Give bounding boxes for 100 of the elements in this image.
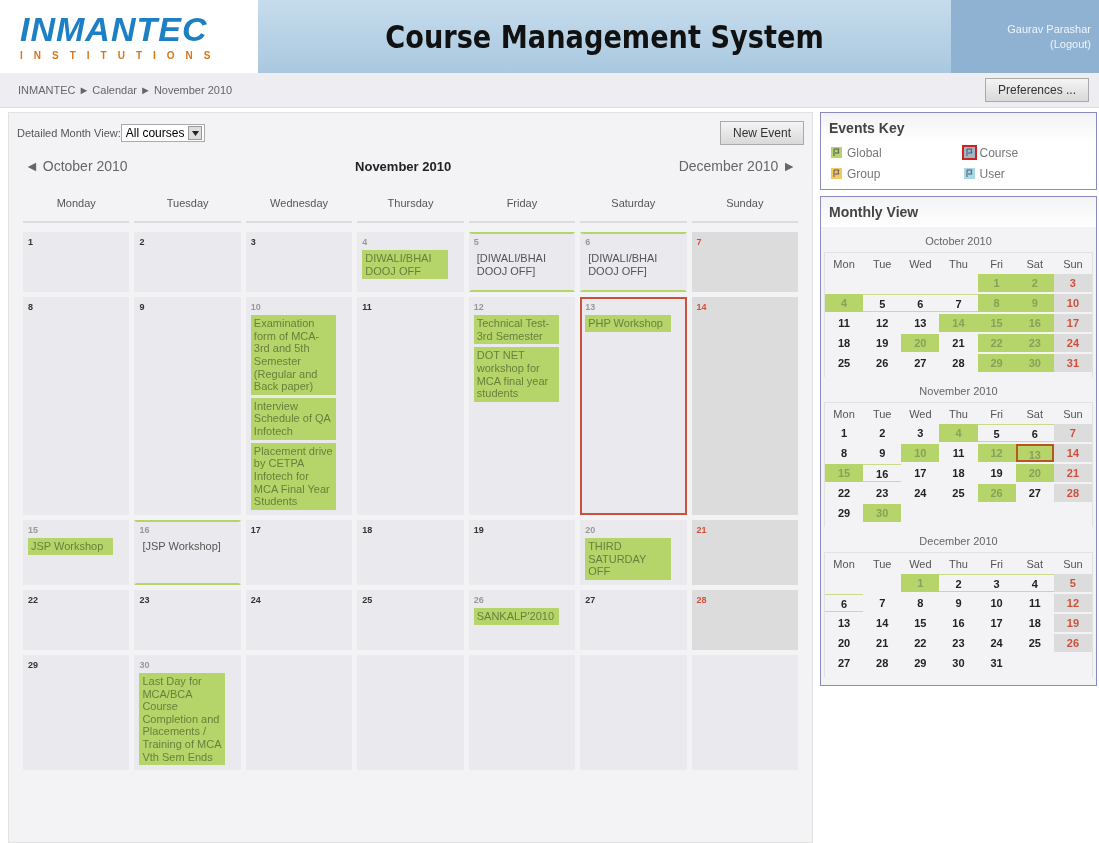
day-cell[interactable]: 8 <box>23 297 130 515</box>
new-event-button[interactable]: New Event <box>719 121 804 145</box>
mini-day[interactable]: 16 <box>863 464 902 482</box>
mini-day[interactable]: 18 <box>825 334 864 352</box>
event-type-label[interactable]: Group <box>847 166 881 181</box>
day-cell[interactable]: 23 <box>134 589 241 650</box>
day-number[interactable]: 25 <box>362 594 448 605</box>
mini-day[interactable]: 12 <box>863 314 902 332</box>
day-number[interactable]: 2 <box>139 237 225 247</box>
mini-day[interactable]: 3 <box>977 574 1016 592</box>
mini-day[interactable]: 25 <box>825 354 864 372</box>
preferences-button[interactable]: Preferences ... <box>984 78 1089 102</box>
mini-day[interactable]: 14 <box>863 614 902 632</box>
mini-day[interactable]: 15 <box>901 614 940 632</box>
day-number[interactable]: 24 <box>250 594 337 605</box>
mini-day[interactable]: 17 <box>901 464 940 482</box>
mini-day[interactable]: 21 <box>939 334 978 352</box>
mini-day[interactable]: 17 <box>977 614 1016 632</box>
day-cell[interactable]: 2 <box>134 232 241 292</box>
mini-day[interactable]: 28 <box>939 354 978 372</box>
mini-day[interactable]: 20 <box>825 634 864 652</box>
mini-day[interactable]: 23 <box>939 634 978 652</box>
event-type-label[interactable]: Global <box>847 145 882 160</box>
mini-day[interactable]: 5 <box>863 294 902 312</box>
day-number[interactable]: 23 <box>139 594 225 605</box>
mini-day[interactable]: 25 <box>1015 634 1054 652</box>
mini-day[interactable]: 22 <box>825 484 864 502</box>
mini-day[interactable]: 29 <box>901 654 940 672</box>
mini-day[interactable]: 2 <box>863 424 902 442</box>
day-number[interactable]: 17 <box>250 524 337 535</box>
day-cell[interactable]: 29 <box>23 654 130 771</box>
day-number[interactable]: 1 <box>28 237 114 247</box>
mini-day[interactable]: 22 <box>901 634 940 652</box>
month-title[interactable]: November 2010 <box>821 377 1096 402</box>
breadcrumb-link[interactable]: Calendar <box>92 84 137 96</box>
mini-day[interactable]: 6 <box>825 594 864 612</box>
mini-day[interactable]: 27 <box>1015 484 1054 502</box>
day-cell[interactable]: 22 <box>23 589 130 650</box>
event-entry[interactable]: [JSP Workshop] <box>139 537 225 555</box>
day-cell[interactable]: 5 [DIWALI/BHAI DOOJ OFF] <box>468 232 576 292</box>
mini-day[interactable]: 7 <box>939 294 978 312</box>
day-cell[interactable]: 19 <box>468 519 576 585</box>
mini-day[interactable]: 24 <box>901 484 940 502</box>
mini-day[interactable]: 23 <box>863 484 902 502</box>
day-cell[interactable]: 6 [DIWALI/BHAI DOOJ OFF] <box>580 232 687 292</box>
day-cell[interactable]: 16 [JSP Workshop] <box>134 519 241 585</box>
day-number[interactable]: 11 <box>362 302 448 312</box>
mini-day[interactable]: 16 <box>939 614 978 632</box>
mini-day[interactable]: 19 <box>977 464 1016 482</box>
day-cell[interactable]: 17 <box>245 519 353 585</box>
course-select[interactable]: All courses <box>120 124 206 142</box>
day-cell[interactable]: 3 <box>245 232 353 292</box>
day-cell[interactable]: 1 <box>23 232 130 292</box>
event-type-label[interactable]: User <box>979 166 1005 181</box>
mini-day[interactable]: 1 <box>825 424 864 442</box>
day-cell[interactable]: 9 <box>134 297 241 515</box>
mini-day[interactable]: 3 <box>901 424 940 442</box>
mini-day[interactable]: 31 <box>977 654 1016 672</box>
day-number[interactable]: 27 <box>585 594 671 605</box>
mini-day[interactable]: 11 <box>825 314 864 332</box>
day-cell[interactable]: 24 <box>245 589 353 650</box>
mini-day[interactable]: 2 <box>939 574 978 592</box>
mini-day[interactable]: 27 <box>825 654 864 672</box>
month-title[interactable]: December 2010 <box>821 527 1096 552</box>
day-number[interactable]: 22 <box>28 594 114 605</box>
mini-day[interactable]: 18 <box>1015 614 1054 632</box>
previous-month-link[interactable]: ◄ October 2010 <box>25 158 128 174</box>
mini-day[interactable]: 26 <box>863 354 902 372</box>
day-cell[interactable]: 25 <box>357 589 464 650</box>
mini-day[interactable]: 7 <box>863 594 902 612</box>
mini-day[interactable]: 9 <box>939 594 978 612</box>
day-number[interactable]: 9 <box>139 302 225 312</box>
mini-day[interactable]: 8 <box>901 594 940 612</box>
mini-day[interactable]: 30 <box>939 654 978 672</box>
breadcrumb-link[interactable]: INMANTEC <box>18 84 76 96</box>
mini-day[interactable]: 11 <box>1015 594 1054 612</box>
day-cell[interactable]: 27 <box>580 589 687 650</box>
day-number[interactable]: 18 <box>362 524 448 535</box>
day-number[interactable]: 19 <box>473 524 560 535</box>
day-number[interactable]: 8 <box>28 302 114 312</box>
event-type-label[interactable]: Course <box>979 145 1019 160</box>
mini-day[interactable]: 10 <box>977 594 1016 612</box>
mini-day[interactable]: 25 <box>939 484 978 502</box>
day-cell[interactable]: 11 <box>357 297 464 515</box>
mini-day[interactable]: 5 <box>977 424 1016 442</box>
event-entry[interactable]: [DIWALI/BHAI DOOJ OFF] <box>473 250 560 280</box>
mini-day[interactable]: 28 <box>863 654 902 672</box>
next-month-link[interactable]: December 2010 ► <box>678 158 796 174</box>
mini-day[interactable]: 6 <box>1015 424 1054 442</box>
mini-day[interactable]: 6 <box>901 294 940 312</box>
mini-day[interactable]: 9 <box>863 444 902 462</box>
mini-day[interactable]: 13 <box>901 314 940 332</box>
month-title[interactable]: October 2010 <box>821 227 1096 252</box>
mini-day[interactable]: 8 <box>825 444 864 462</box>
mini-day[interactable]: 11 <box>939 444 978 462</box>
mini-day[interactable]: 21 <box>863 634 902 652</box>
mini-day[interactable]: 13 <box>825 614 864 632</box>
mini-day[interactable]: 18 <box>939 464 978 482</box>
day-number[interactable]: 3 <box>250 237 337 247</box>
mini-day[interactable]: 29 <box>825 504 864 522</box>
